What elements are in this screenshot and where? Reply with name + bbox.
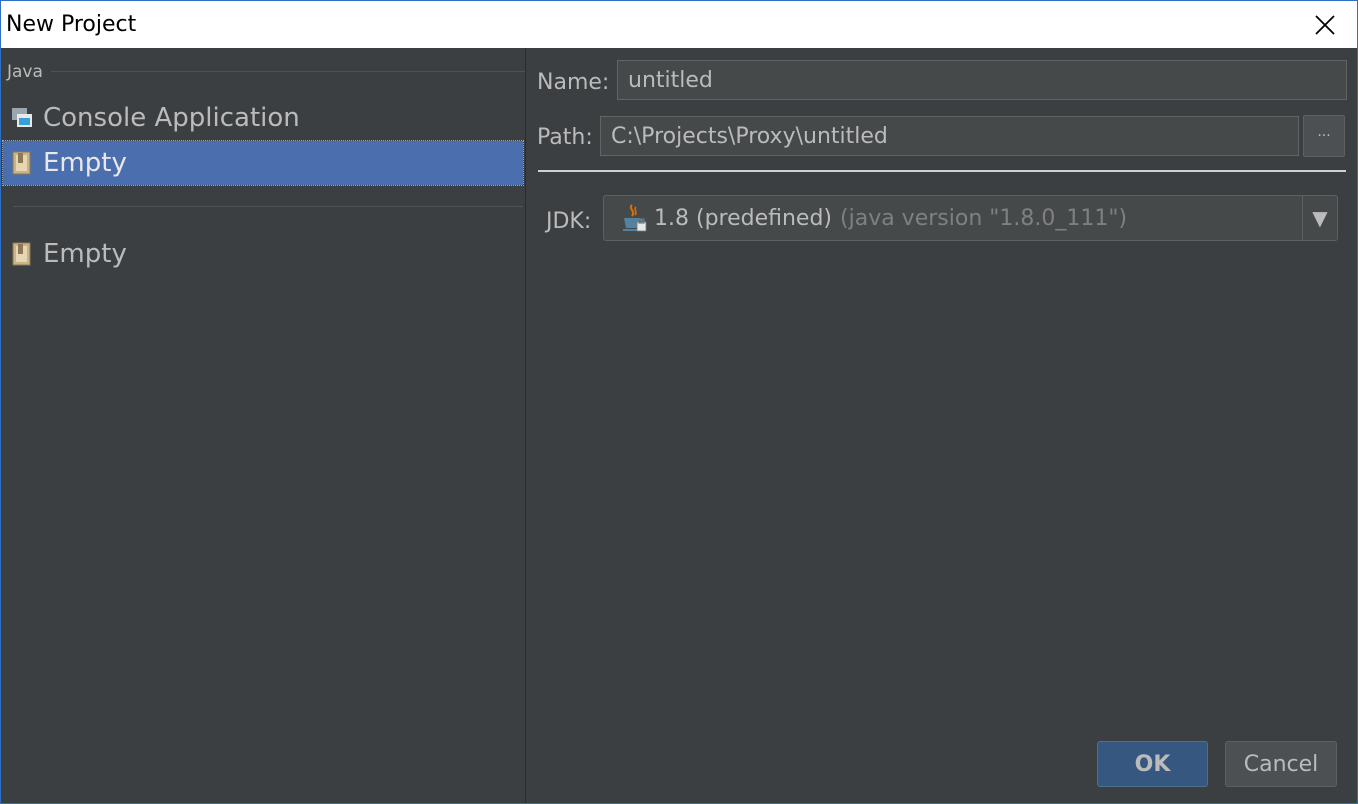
list-separator xyxy=(13,206,523,207)
console-app-icon xyxy=(11,106,33,130)
group-separator xyxy=(51,71,525,72)
list-item-empty-selected[interactable]: Empty xyxy=(2,140,524,186)
project-type-list: Java Console Application Empty Empty xyxy=(1,48,526,803)
java-cup-icon xyxy=(623,204,647,232)
list-item-empty[interactable]: Empty xyxy=(3,232,523,276)
new-project-dialog: New Project Java Console Application Emp… xyxy=(0,0,1358,804)
jdk-selected-value: 1.8 (predefined) xyxy=(654,205,833,231)
jdk-version-detail: (java version "1.8.0_111") xyxy=(840,205,1128,231)
title-bar: New Project xyxy=(1,1,1357,48)
list-item-label: Empty xyxy=(43,148,127,178)
name-input[interactable]: untitled xyxy=(617,60,1347,100)
jdk-dropdown[interactable]: 1.8 (predefined) (java version "1.8.0_11… xyxy=(603,195,1338,241)
list-item-label: Empty xyxy=(43,239,127,269)
project-settings-panel: Name: untitled Path: C:\Projects\Proxy\u… xyxy=(526,48,1357,803)
ok-button[interactable]: OK xyxy=(1097,741,1208,787)
close-icon xyxy=(1315,14,1335,35)
empty-file-icon xyxy=(11,242,33,266)
cancel-button[interactable]: Cancel xyxy=(1225,741,1337,787)
chevron-down-icon: ▼ xyxy=(1302,196,1337,240)
list-item-console-application[interactable]: Console Application xyxy=(3,96,523,140)
close-button[interactable] xyxy=(1293,1,1357,48)
path-label: Path: xyxy=(537,125,593,150)
ellipsis-icon: ··· xyxy=(1317,128,1331,144)
group-label-java: Java xyxy=(7,62,43,82)
section-divider xyxy=(538,170,1346,172)
jdk-label: JDK: xyxy=(546,209,592,234)
window-title: New Project xyxy=(6,12,137,37)
list-item-label: Console Application xyxy=(43,103,300,133)
name-label: Name: xyxy=(537,70,610,95)
empty-file-icon xyxy=(11,151,33,175)
path-input[interactable]: C:\Projects\Proxy\untitled xyxy=(600,116,1299,156)
browse-button[interactable]: ··· xyxy=(1303,115,1345,157)
